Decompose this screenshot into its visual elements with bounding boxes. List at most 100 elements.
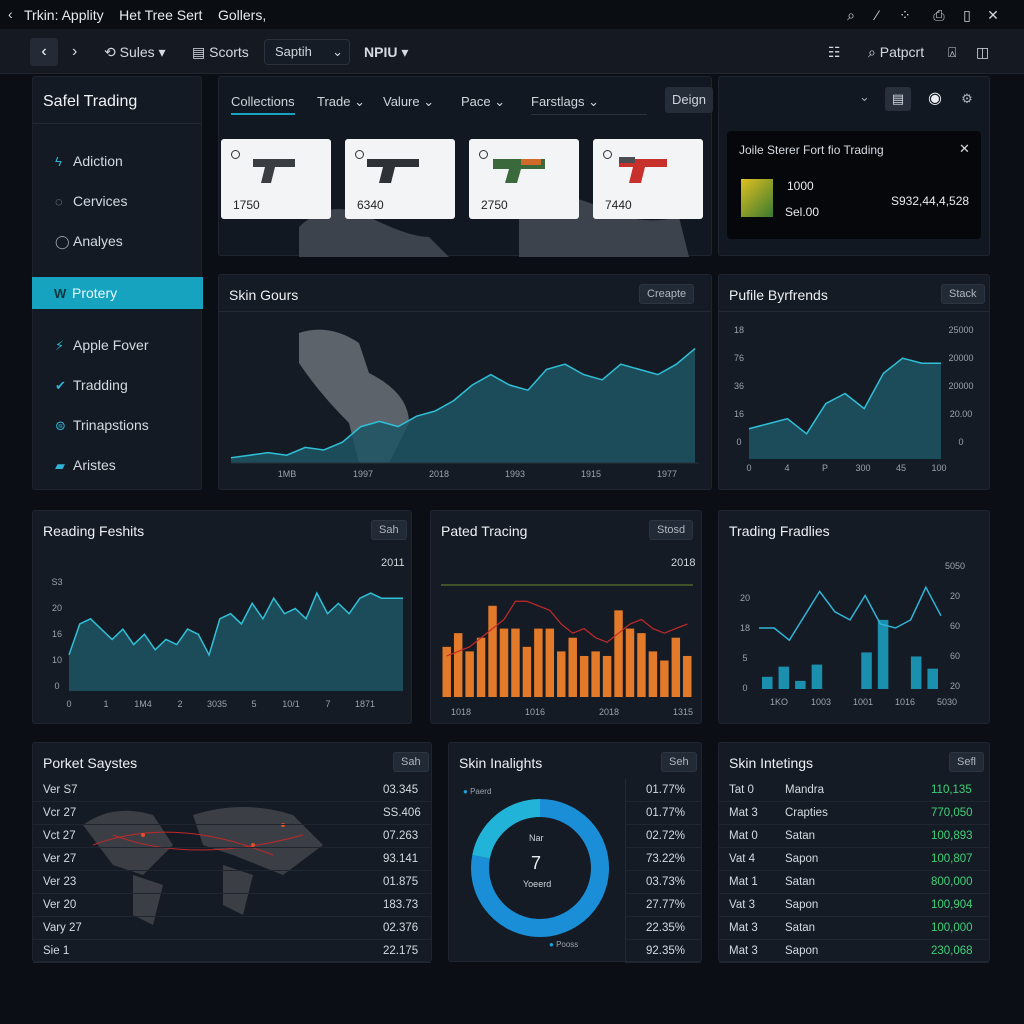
table-row[interactable]: Mat 1 Satan 800,000: [719, 871, 989, 894]
tab-trade[interactable]: Trade ⌄: [317, 89, 365, 115]
layout-icon[interactable]: ▤: [885, 87, 911, 111]
back-button[interactable]: ‹: [30, 38, 58, 66]
skin-price: 6340: [357, 198, 384, 212]
list-item[interactable]: 92.35%: [626, 940, 701, 963]
search-icon[interactable]: ⌕: [842, 6, 860, 24]
toggle-icon[interactable]: ◉: [923, 87, 947, 111]
table-row[interactable]: Vcr 27 SS.406: [33, 802, 431, 825]
save-button[interactable]: Sah: [371, 520, 407, 540]
sidebar-item-apple-fover[interactable]: ⚡ Apple Fover: [33, 329, 203, 361]
row-col2: Sapon: [785, 853, 819, 865]
row-label: Sie 1: [43, 945, 70, 957]
table-row[interactable]: Vat 4 Sapon 100,807: [719, 848, 989, 871]
list-item[interactable]: 01.77%: [626, 779, 701, 802]
table-row[interactable]: Ver 27 93.141: [33, 848, 431, 871]
table-row[interactable]: Ver 23 01.875: [33, 871, 431, 894]
tab-valure[interactable]: Valure ⌄: [383, 89, 434, 115]
scorts-button[interactable]: ▤ Scorts: [192, 40, 249, 64]
x-tick-label: 3035: [207, 699, 227, 709]
settings-icon[interactable]: ⚙: [955, 87, 979, 111]
pated-chart: 1018 1016 2018 1315: [441, 584, 693, 717]
sales-dropdown[interactable]: ⟲ Sules ▾: [104, 40, 166, 64]
sidebar-item-adiction[interactable]: ϟ Adiction: [33, 145, 203, 177]
sidebar-item-cervices[interactable]: ◌ Cervices: [33, 185, 203, 217]
table-row[interactable]: Vary 27 02.376: [33, 917, 431, 940]
table-row[interactable]: Mat 3 Crapties 770,050: [719, 802, 989, 825]
radio-button[interactable]: [231, 150, 240, 159]
save-button[interactable]: Sah: [393, 752, 429, 772]
row-value: 03.345: [383, 784, 419, 796]
radio-button[interactable]: [479, 150, 488, 159]
bar: [778, 666, 790, 689]
search-select[interactable]: Saptih ⌄: [264, 39, 350, 65]
lock-icon[interactable]: ⍓: [948, 40, 956, 64]
sidebar-item-analyes[interactable]: ◯ Analyes: [33, 225, 203, 257]
list-item[interactable]: 27.77%: [626, 894, 701, 917]
skin-card[interactable]: 6340: [345, 139, 455, 219]
radio-button[interactable]: [355, 150, 364, 159]
y2-tick-label: 5050: [945, 561, 965, 571]
sidebar-item-trinapstions[interactable]: ⊜ Trinapstions: [33, 409, 203, 441]
table-row[interactable]: Mat 3 Sapon 230,068: [719, 940, 989, 963]
y2-tick-label: 20000: [948, 353, 973, 363]
trade-amount: S932,44,4,528: [891, 194, 970, 208]
table-row[interactable]: Mat 0 Satan 100,893: [719, 825, 989, 848]
pocket-panel: Porket Saystes Sah Ver S7 03.345 Vcr 27 SS.…: [32, 742, 432, 963]
print-icon[interactable]: ⎙: [930, 6, 948, 24]
pen-icon[interactable]: ⁄: [868, 6, 886, 24]
table-row[interactable]: Vct 27 07.263: [33, 825, 431, 848]
save-button[interactable]: Seh: [661, 752, 697, 772]
row-col2: Sapon: [785, 945, 819, 957]
stack-button[interactable]: Stack: [941, 284, 985, 304]
chevron-down-icon[interactable]: ⌄: [859, 89, 870, 105]
chart-year: 2011: [381, 557, 405, 569]
settings-icon[interactable]: ☷: [828, 40, 841, 64]
tab-farstlags[interactable]: Farstlags ⌄: [531, 89, 647, 115]
skin-price: 7440: [605, 198, 632, 212]
sidebar-item-aristes[interactable]: ▰ Aristes: [33, 449, 203, 481]
stosd-button[interactable]: Stosd: [649, 520, 694, 540]
document-icon[interactable]: ▯: [958, 6, 976, 24]
layout-icon[interactable]: ◫: [976, 40, 989, 64]
row-col1: Mat 1: [729, 876, 758, 888]
table-row[interactable]: Sie 1 22.175: [33, 940, 431, 963]
tab-collections[interactable]: Collections: [231, 89, 295, 115]
x-tick-label: 4: [784, 463, 789, 473]
save-button[interactable]: Sefl: [949, 752, 984, 772]
divider: [719, 311, 989, 312]
tab-deign[interactable]: Deign: [665, 87, 713, 113]
list-item[interactable]: 73.22%: [626, 848, 701, 871]
percent-value: 27.77%: [646, 899, 686, 911]
bar: [511, 628, 520, 697]
list-item[interactable]: 01.77%: [626, 802, 701, 825]
list-item[interactable]: 22.35%: [626, 917, 701, 940]
menu-dropdown[interactable]: NPIU ▾: [364, 40, 408, 64]
table-row[interactable]: Vat 3 Sapon 100,904: [719, 894, 989, 917]
table-row[interactable]: Ver S7 03.345: [33, 779, 431, 802]
skin-card[interactable]: 1750: [221, 139, 331, 219]
radio-button[interactable]: [603, 150, 612, 159]
sidebar-item-tradding[interactable]: ✔ Tradding: [33, 369, 203, 401]
row-col1: Mat 0: [729, 830, 758, 842]
close-icon[interactable]: ✕: [959, 141, 970, 157]
forward-button[interactable]: ›: [72, 40, 77, 64]
list-item[interactable]: 03.73%: [626, 871, 701, 894]
table-row[interactable]: Mat 3 Satan 100,000: [719, 917, 989, 940]
bar: [648, 651, 658, 697]
report-button[interactable]: ⌕ Patpcrt: [868, 40, 924, 64]
create-button[interactable]: Creapte: [639, 284, 695, 304]
bar: [671, 637, 681, 697]
x-tick-label: 1016: [525, 707, 545, 717]
tab-pace[interactable]: Pace ⌄: [461, 89, 505, 115]
close-icon[interactable]: ✕: [984, 6, 1002, 24]
table-row[interactable]: Tat 0 Mandra 110,135: [719, 779, 989, 802]
back-icon[interactable]: ‹: [8, 6, 13, 22]
table-row[interactable]: Ver 20 183.73: [33, 894, 431, 917]
skin-card[interactable]: 2750: [469, 139, 579, 219]
grid-icon[interactable]: ⁘: [896, 6, 914, 24]
row-value: SS.406: [383, 807, 421, 819]
skin-card[interactable]: 7440: [593, 139, 703, 219]
bar: [762, 676, 773, 689]
list-item[interactable]: 02.72%: [626, 825, 701, 848]
sidebar-item-protery[interactable]: W Protery: [32, 277, 203, 309]
